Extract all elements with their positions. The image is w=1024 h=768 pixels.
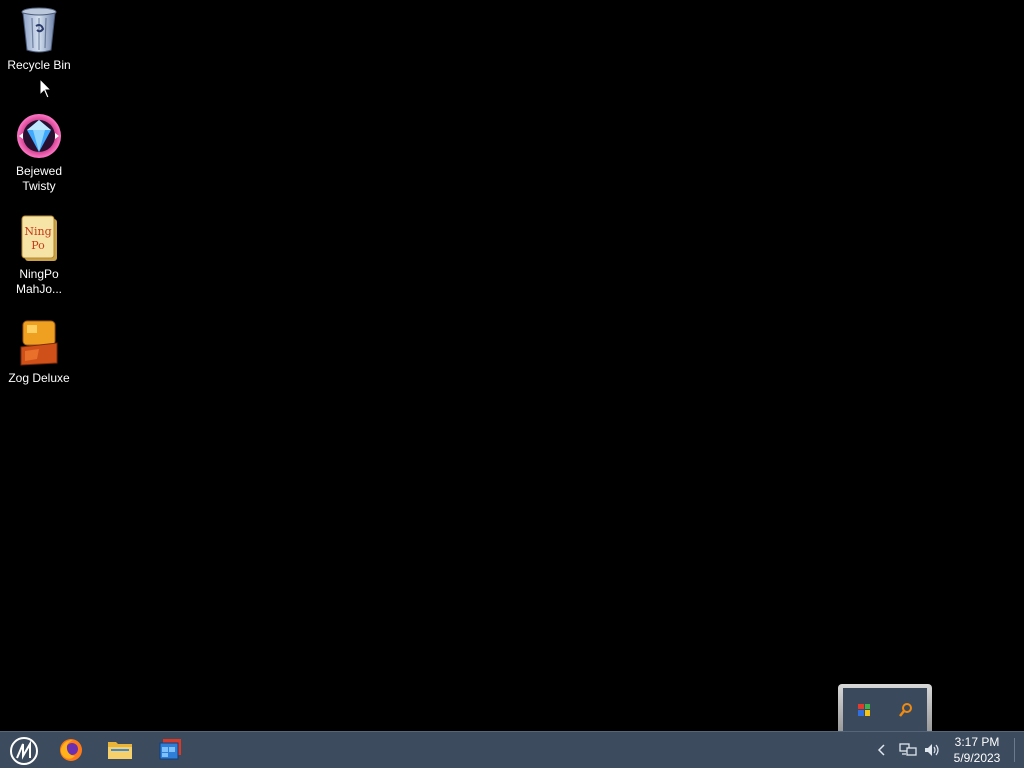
taskbar-firefox-button[interactable] <box>57 736 85 764</box>
ningpo-mahjong-icon: Ning Po <box>15 215 63 263</box>
taskbar: 3:17 PM 5/9/2023 <box>0 731 1024 768</box>
desktop-icon-recycle-bin[interactable]: Recycle Bin <box>1 6 77 73</box>
tray-overflow-popup <box>838 684 932 731</box>
search-tool-icon[interactable] <box>897 701 915 719</box>
desktop-icon-ningpo-mahjong[interactable]: Ning Po NingPo MahJo... <box>1 215 77 297</box>
desktop[interactable]: Recycle Bin Bejewed Twisty Ning Po NingP… <box>0 0 1024 731</box>
start-logo-icon <box>10 737 38 765</box>
clock-time: 3:17 PM <box>954 735 1000 749</box>
desktop-icon-label: NingPo MahJo... <box>15 267 63 296</box>
desktop-icon-bejewed-twisty[interactable]: Bejewed Twisty <box>1 112 77 194</box>
file-explorer-icon <box>108 742 132 759</box>
taskbar-windows-app-button[interactable] <box>156 736 184 764</box>
mouse-pointer-icon <box>39 77 53 100</box>
bejeweled-gem-icon <box>15 112 63 160</box>
show-hidden-chevron-icon[interactable] <box>873 741 891 759</box>
svg-text:Ning: Ning <box>24 225 51 238</box>
svg-text:Po: Po <box>31 239 45 252</box>
zog-deluxe-icon <box>15 319 63 367</box>
windows-app-icon <box>159 739 181 760</box>
desktop-icon-zog-deluxe[interactable]: Zog Deluxe <box>1 319 77 386</box>
desktop-icon-label: Zog Deluxe <box>8 371 70 385</box>
network-icon[interactable] <box>899 741 917 759</box>
start-button[interactable] <box>8 735 40 767</box>
firefox-icon <box>60 739 82 761</box>
recycle-bin-icon <box>15 6 63 54</box>
desktop-icon-label: Bejewed Twisty <box>15 164 63 193</box>
volume-icon[interactable] <box>923 741 941 759</box>
show-desktop-button[interactable] <box>1014 738 1015 762</box>
clock-date: 5/9/2023 <box>953 751 1001 765</box>
taskbar-clock[interactable]: 3:17 PM 5/9/2023 <box>948 734 1006 766</box>
taskbar-file-explorer-button[interactable] <box>106 736 134 764</box>
desktop-icon-label: Recycle Bin <box>7 58 71 72</box>
flag-app-icon[interactable] <box>855 701 873 719</box>
